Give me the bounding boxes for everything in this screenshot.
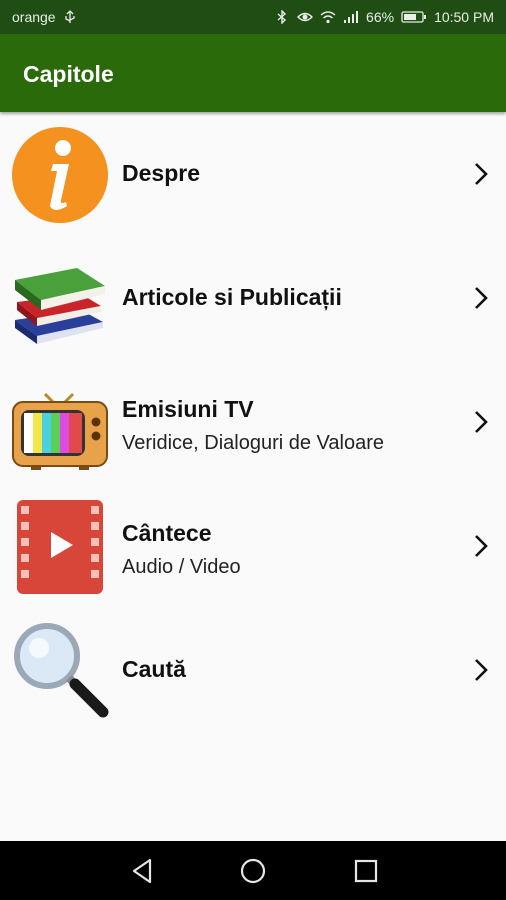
list-item-title: Cântece <box>122 520 212 546</box>
signal-icon <box>344 11 359 23</box>
chevron-right-icon <box>475 163 488 185</box>
list-item-title: Caută <box>122 656 186 682</box>
chevron-right-icon <box>475 287 488 309</box>
usb-icon <box>64 10 75 23</box>
chevron-right-icon <box>475 411 488 433</box>
list-item-title: Despre <box>122 160 200 186</box>
video-play-icon <box>17 500 103 594</box>
wifi-icon <box>320 11 336 24</box>
list-item-articole[interactable]: Articole si Publicații <box>0 236 506 360</box>
tv-icon <box>12 392 108 470</box>
list-item-subtitle: Audio / Video <box>122 556 241 578</box>
battery-icon <box>401 11 427 23</box>
list-item-subtitle: Veridice, Dialoguri de Valoare <box>122 432 385 454</box>
list-item-cantece[interactable]: Cântece Audio / Video <box>0 484 506 608</box>
app-bar: Capitole <box>0 34 506 112</box>
home-icon[interactable] <box>239 857 267 885</box>
recents-icon[interactable] <box>352 857 380 885</box>
carrier-label: orange <box>12 9 56 25</box>
bluetooth-icon <box>277 10 287 24</box>
clock: 10:50 PM <box>434 9 494 25</box>
chapters-list: Despre Articole si Publicații Emisiuni T… <box>0 112 506 732</box>
magnifier-icon <box>14 623 109 718</box>
list-item-emisiuni-tv[interactable]: Emisiuni TV Veridice, Dialoguri de Valoa… <box>0 360 506 484</box>
list-item-cauta[interactable]: Caută <box>0 608 506 732</box>
eye-icon <box>297 12 314 22</box>
status-bar: orange 66% 10:50 PM <box>0 0 506 34</box>
battery-percent: 66% <box>366 9 395 25</box>
list-item-title: Emisiuni TV <box>122 396 254 422</box>
page-title: Capitole <box>23 61 114 87</box>
list-item-despre[interactable]: Despre <box>0 112 506 236</box>
back-icon[interactable] <box>128 857 156 885</box>
chevron-right-icon <box>475 659 488 681</box>
chevron-right-icon <box>475 535 488 557</box>
system-nav-bar <box>0 841 506 900</box>
info-icon <box>12 127 108 223</box>
books-icon <box>15 268 105 344</box>
list-item-title: Articole si Publicații <box>122 284 342 310</box>
